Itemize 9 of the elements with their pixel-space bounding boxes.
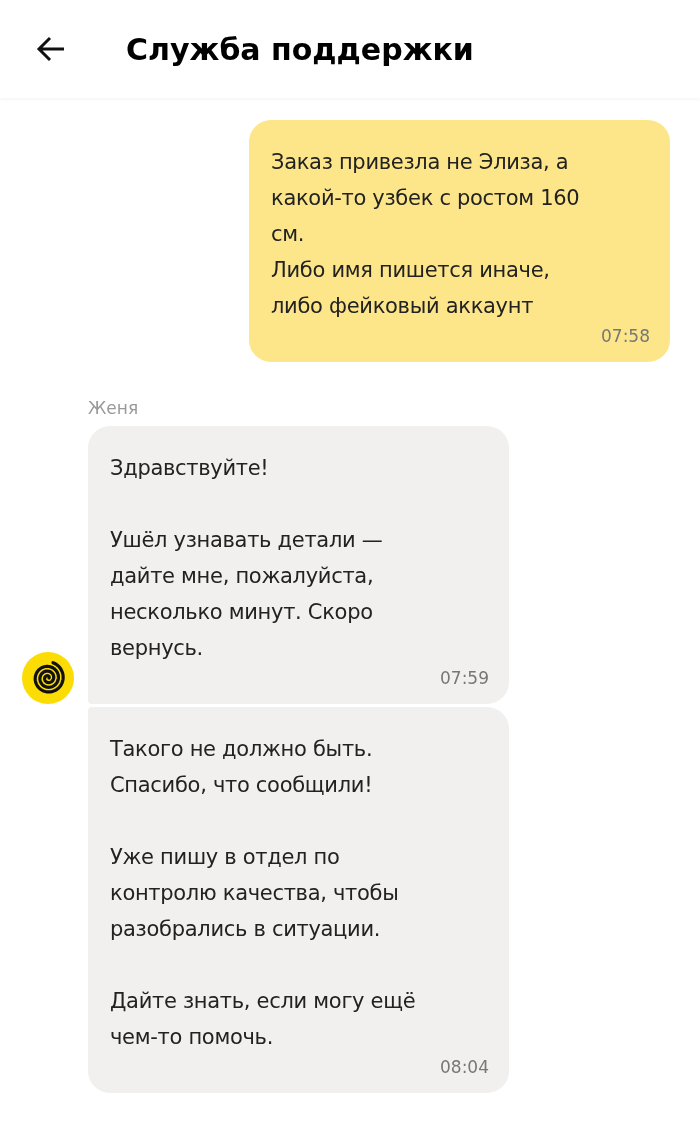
message-text: Такого не должно быть. Спасибо, что сообщили! Уже пишу в отдел по контролю качества, чтобы разобрались в ситуации. Дайте знать, если могу ещё чем-то помочь. (110, 736, 417, 1051)
message-text: Здравствуйте! Ушёл узнавать детали — дайте мне, пожалуйста, несколько минут. Скоро вернусь. (110, 455, 384, 662)
message-text: Заказ привезла не Элиза, а какой-то узбек с ростом 160 см. Либо имя пишется иначе, либо фейковый аккаунт (271, 149, 581, 320)
page-title: Служба поддержки (126, 31, 474, 67)
message-time: 07:59 (440, 668, 489, 688)
back-arrow-icon (36, 36, 66, 62)
message-time: 08:04 (440, 1057, 489, 1077)
sender-name: Женя (88, 398, 140, 418)
message-time: 07:58 (601, 326, 650, 346)
